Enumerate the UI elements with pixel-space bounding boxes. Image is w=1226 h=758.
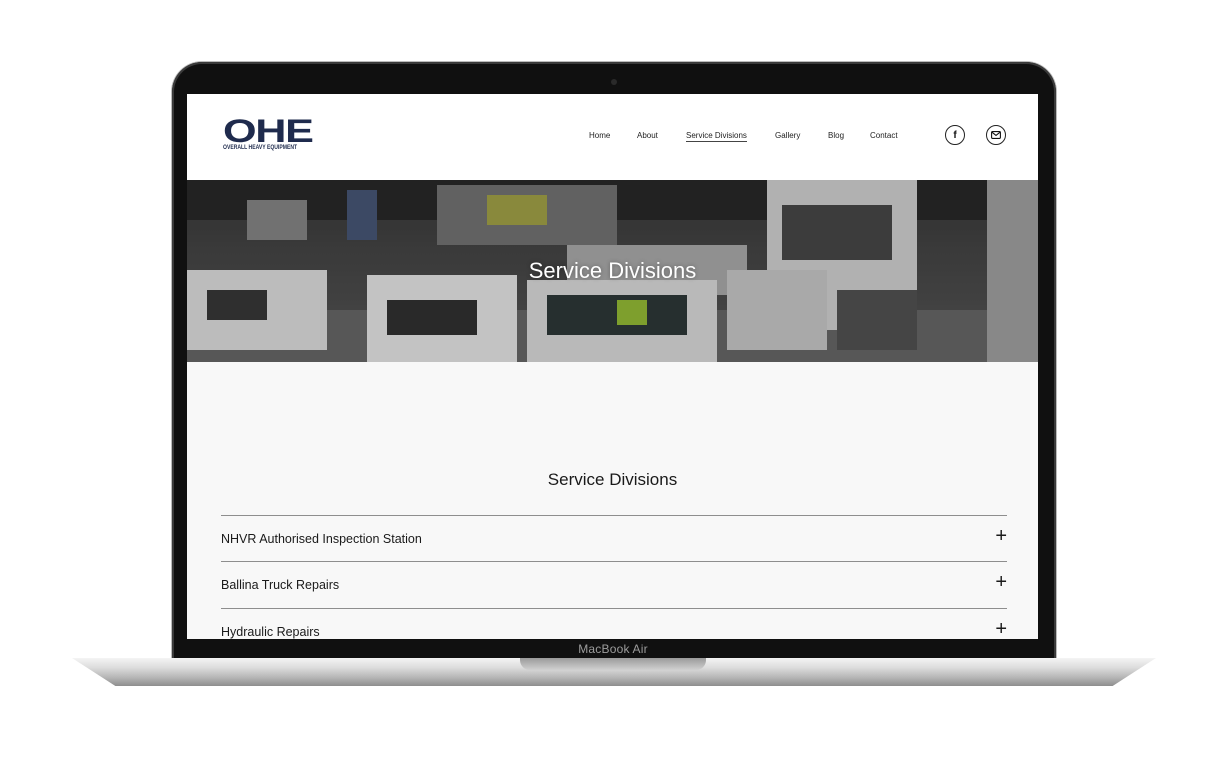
email-icon[interactable] bbox=[986, 125, 1006, 145]
hero-title: Service Divisions bbox=[528, 258, 697, 283]
plus-icon[interactable]: + bbox=[995, 619, 1007, 639]
site-logo[interactable]: OHE OVERALL HEAVY EQUIPMENT bbox=[223, 115, 323, 152]
logo-subtext: OVERALL HEAVY EQUIPMENT bbox=[223, 144, 298, 151]
accordion-item[interactable]: Ballina Truck Repairs + bbox=[221, 561, 1007, 608]
accordion-item-label: Ballina Truck Repairs bbox=[221, 578, 340, 592]
nav-blog[interactable]: Blog bbox=[828, 131, 844, 140]
nav-gallery[interactable]: Gallery bbox=[775, 131, 800, 140]
accordion-item[interactable]: NHVR Authorised Inspection Station + bbox=[221, 515, 1007, 562]
site-header: OHE OVERALL HEAVY EQUIPMENT Home About S… bbox=[187, 94, 1038, 180]
camera-icon bbox=[611, 79, 617, 85]
accordion-item[interactable]: Hydraulic Repairs + bbox=[221, 608, 1007, 639]
website-screen: OHE OVERALL HEAVY EQUIPMENT Home About S… bbox=[187, 94, 1038, 639]
section-title: Service Divisions bbox=[547, 470, 678, 489]
nav-service-divisions[interactable]: Service Divisions bbox=[686, 131, 747, 142]
accordion-item-label: NHVR Authorised Inspection Station bbox=[221, 532, 422, 546]
plus-icon[interactable]: + bbox=[995, 572, 1007, 592]
facebook-icon[interactable]: f bbox=[945, 125, 965, 145]
hero-banner: Service Divisions bbox=[187, 180, 1038, 362]
device-model-label: MacBook Air bbox=[578, 642, 648, 656]
accordion-item-label: Hydraulic Repairs bbox=[221, 625, 320, 639]
nav-about[interactable]: About bbox=[637, 131, 658, 140]
laptop-notch bbox=[520, 658, 706, 670]
logo-text: OHE bbox=[223, 113, 314, 149]
nav-contact[interactable]: Contact bbox=[870, 131, 898, 140]
nav-home[interactable]: Home bbox=[589, 131, 610, 140]
plus-icon[interactable]: + bbox=[995, 526, 1007, 546]
